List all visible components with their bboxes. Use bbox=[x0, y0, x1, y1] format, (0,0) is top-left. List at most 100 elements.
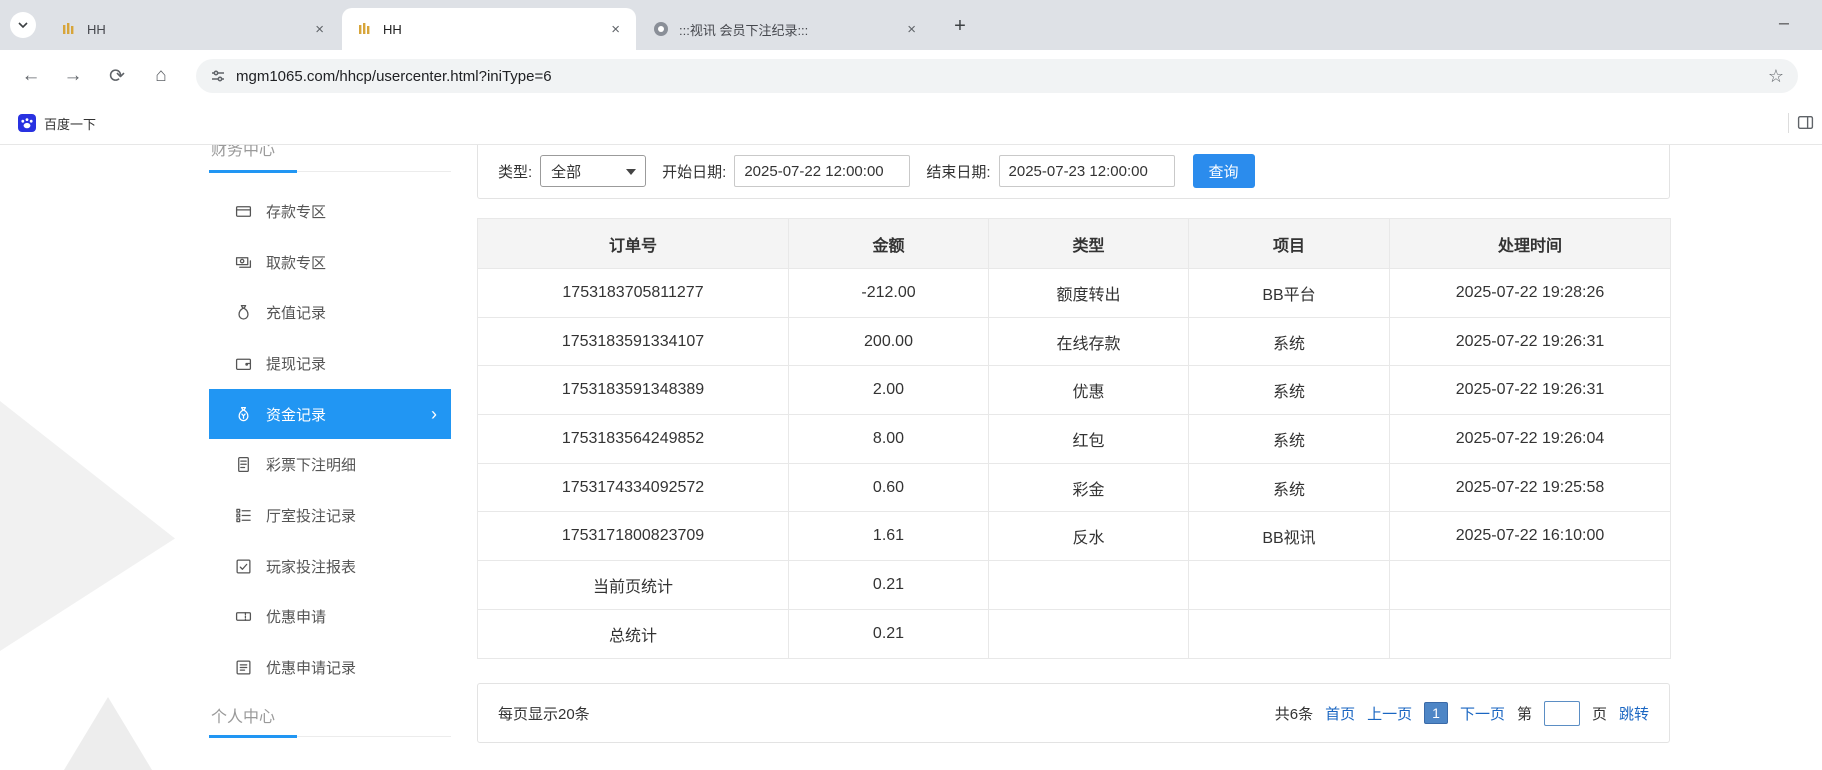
table-cell: 1753183705811277 bbox=[477, 268, 789, 318]
type-label: 类型: bbox=[498, 163, 533, 181]
table-cell bbox=[1188, 560, 1390, 610]
table-cell: 2025-07-22 19:26:31 bbox=[1389, 316, 1671, 367]
column-header: 金额 bbox=[788, 218, 989, 269]
bookmarks-bar: 百度一下 bbox=[0, 102, 1822, 145]
table-row: 1753174334092572 0.60 彩金 系统 2025-07-22 19:25… bbox=[477, 462, 1671, 513]
back-button[interactable]: ← bbox=[14, 59, 48, 93]
first-page-link[interactable]: 首页 bbox=[1325, 703, 1355, 724]
site-favicon bbox=[356, 21, 373, 38]
sidebar-item-1[interactable]: 存款专区 bbox=[209, 186, 451, 237]
sidebar-item-label: 彩票下注明细 bbox=[266, 457, 357, 475]
forward-button[interactable]: → bbox=[56, 59, 90, 93]
table-cell: 1753171800823709 bbox=[477, 511, 789, 562]
sidebar-item-label: 提现记录 bbox=[266, 355, 327, 373]
table-cell: 2025-07-22 19:28:26 bbox=[1389, 268, 1671, 318]
query-button[interactable]: 查询 bbox=[1192, 154, 1255, 188]
start-date-input[interactable] bbox=[734, 155, 911, 187]
sidebar-item-2[interactable]: 取款专区 bbox=[209, 237, 451, 288]
start-date-label: 开始日期: bbox=[662, 163, 727, 181]
table-row: 1753183591334107 200.00 在线存款 系统 2025-07-22 1… bbox=[477, 316, 1671, 367]
promo-record-icon bbox=[235, 659, 252, 676]
sidebar-section-finance: 财务中心 bbox=[211, 145, 276, 159]
sidebar-item-label: 优惠申请 bbox=[266, 609, 327, 627]
end-date-input[interactable] bbox=[998, 155, 1175, 187]
table-row: 1753183705811277 -212.00 额度转出 BB平台 2025-07-2… bbox=[477, 268, 1671, 318]
address-bar[interactable]: mgm1065.com/hhcp/usercenter.html?iniType… bbox=[196, 59, 1798, 93]
hall-bet-record-icon bbox=[235, 507, 252, 524]
close-icon[interactable]: × bbox=[605, 21, 626, 38]
sidebar-item-6[interactable]: 彩票下注明细 bbox=[209, 439, 451, 490]
page-content: 财务中心 存款专区取款专区充值记录提现记录资金记录 › 彩票下注明细厅室投注记录玩家… bbox=[0, 145, 1822, 770]
type-select[interactable]: 全部 bbox=[540, 155, 647, 187]
tab-1[interactable]: HH × bbox=[46, 8, 340, 50]
site-favicon bbox=[652, 21, 669, 38]
tab-search-button[interactable] bbox=[10, 12, 36, 38]
table-cell: 2.00 bbox=[788, 365, 989, 416]
bookmark-baidu[interactable]: 百度一下 bbox=[10, 109, 104, 137]
column-header: 订单号 bbox=[477, 218, 789, 269]
table-cell bbox=[1389, 560, 1671, 610]
refresh-button[interactable]: ⟳ bbox=[100, 59, 134, 93]
table-cell: 红包 bbox=[988, 414, 1189, 464]
jump-link[interactable]: 跳转 bbox=[1619, 703, 1649, 724]
sidebar-item-8[interactable]: 玩家投注报表 bbox=[209, 541, 451, 592]
tab-strip: HH × HH × :::视讯 会员下注纪录::: × + ─ bbox=[0, 0, 1822, 50]
table-cell: 反水 bbox=[988, 511, 1189, 562]
bookmarks-panel-icon[interactable] bbox=[1797, 114, 1814, 136]
table-cell: 系统 bbox=[1188, 316, 1390, 367]
bookmark-label: 百度一下 bbox=[44, 116, 97, 132]
table-row: 1753183564249852 8.00 红包 系统 2025-07-22 19:26… bbox=[477, 414, 1671, 464]
table-cell: 1.61 bbox=[788, 511, 989, 562]
sidebar-item-4[interactable]: 提现记录 bbox=[209, 338, 451, 389]
table-cell: 在线存款 bbox=[988, 316, 1189, 367]
tab-title: HH bbox=[383, 21, 402, 37]
table-cell: BB平台 bbox=[1188, 268, 1390, 318]
tab-2-active[interactable]: HH × bbox=[342, 8, 636, 50]
sidebar-item-10[interactable]: 优惠申请记录 bbox=[209, 642, 451, 693]
table-cell: 彩金 bbox=[988, 462, 1189, 513]
sidebar-item-label: 玩家投注报表 bbox=[266, 558, 357, 576]
table-row: 当前页统计 0.21 bbox=[477, 560, 1671, 610]
bookmark-star-icon[interactable]: ☆ bbox=[1768, 66, 1784, 87]
sidebar-item-label: 充值记录 bbox=[266, 305, 327, 323]
page-jump-input[interactable] bbox=[1543, 700, 1580, 726]
sidebar-item-9[interactable]: 优惠申请 bbox=[209, 592, 451, 643]
column-header: 类型 bbox=[988, 218, 1189, 269]
sidebar-menu: 存款专区取款专区充值记录提现记录资金记录 › 彩票下注明细厅室投注记录玩家投注报表优… bbox=[209, 186, 451, 693]
chevron-right-icon: › bbox=[431, 403, 437, 424]
table-row: 1753183591348389 2.00 优惠 系统 2025-07-22 19:26… bbox=[477, 365, 1671, 416]
sidebar-item-label: 优惠申请记录 bbox=[266, 660, 357, 678]
table-cell: 总统计 bbox=[477, 608, 789, 659]
table-header-row: 订单号 金额 类型 项目 处理时间 bbox=[477, 218, 1671, 269]
minimize-button[interactable]: ─ bbox=[1762, 6, 1806, 40]
decor-triangle-large bbox=[0, 401, 175, 651]
site-settings-icon[interactable] bbox=[210, 68, 226, 84]
per-page-text: 每页显示20条 bbox=[498, 705, 590, 723]
sidebar-item-7[interactable]: 厅室投注记录 bbox=[209, 490, 451, 541]
new-tab-button[interactable]: + bbox=[946, 12, 974, 40]
table-cell: 当前页统计 bbox=[477, 560, 789, 610]
tab-title: :::视讯 会员下注纪录::: bbox=[679, 22, 809, 38]
deposit-card-icon bbox=[235, 203, 252, 220]
withdrawal-record-icon bbox=[235, 355, 252, 372]
recharge-record-icon bbox=[235, 304, 252, 321]
next-page-link[interactable]: 下一页 bbox=[1460, 703, 1505, 724]
table-cell: 系统 bbox=[1188, 414, 1390, 464]
close-icon[interactable]: × bbox=[901, 21, 922, 38]
column-header: 项目 bbox=[1188, 218, 1390, 269]
section-underline bbox=[209, 735, 451, 738]
sidebar-item-label: 存款专区 bbox=[266, 203, 327, 221]
close-icon[interactable]: × bbox=[309, 21, 330, 38]
table-cell: 2025-07-22 19:26:04 bbox=[1389, 414, 1671, 464]
table-cell: BB视讯 bbox=[1188, 511, 1390, 562]
total-count: 共6条 bbox=[1274, 705, 1314, 723]
tab-title: HH bbox=[87, 21, 106, 37]
tab-3[interactable]: :::视讯 会员下注纪录::: × bbox=[638, 8, 932, 50]
sidebar-item-3[interactable]: 充值记录 bbox=[209, 287, 451, 338]
table-cell bbox=[1188, 608, 1390, 659]
current-page-badge[interactable]: 1 bbox=[1424, 702, 1448, 724]
prev-page-link[interactable]: 上一页 bbox=[1367, 703, 1412, 724]
sidebar-item-5[interactable]: 资金记录 › bbox=[209, 388, 451, 440]
home-button[interactable]: ⌂ bbox=[144, 59, 178, 93]
lottery-detail-icon bbox=[235, 456, 252, 473]
